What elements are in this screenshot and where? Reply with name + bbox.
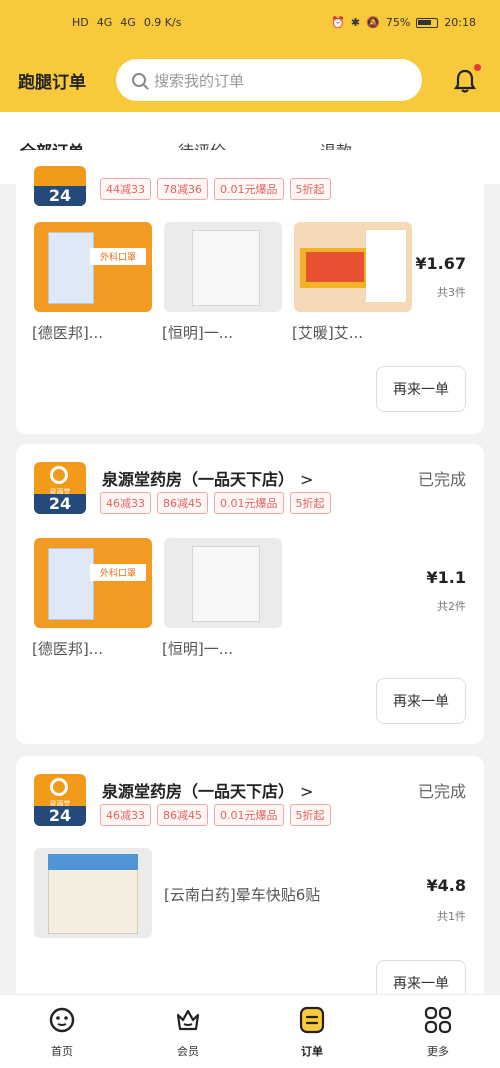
product-caption: [德医邦]...	[32, 640, 104, 658]
nav-label: 更多	[427, 1045, 449, 1058]
search-icon	[132, 73, 146, 87]
bell-icon[interactable]	[453, 68, 477, 94]
nav-label: 订单	[301, 1045, 323, 1058]
coupon-tag: 0.01元爆品	[214, 804, 284, 826]
product-image-masks[interactable]: 外科口罩	[34, 222, 152, 312]
network-indicator: HD	[72, 16, 89, 29]
bluetooth-icon: ✱	[350, 16, 361, 29]
order-card[interactable]: 24 44减33 78减36 0.01元爆品 5折起 外科口罩 [德医邦]...…	[16, 150, 484, 434]
store-logo: 24	[34, 166, 86, 206]
clock: 20:18	[444, 16, 476, 29]
nav-label: 会员	[177, 1045, 199, 1058]
order-card[interactable]: 泉源堂 24 泉源堂药房（一品天下店） > 已完成 46减33 86减45 0.0…	[16, 756, 484, 1016]
store-logo-badge: 24	[34, 494, 86, 514]
order-status: 已完成	[417, 470, 466, 489]
order-card[interactable]: 泉源堂 24 泉源堂药房（一品天下店） > 已完成 46减33 86减45 0.0…	[16, 444, 484, 744]
coupon-tag: 5折起	[289, 178, 331, 200]
reorder-button[interactable]: 再来一单	[376, 678, 466, 724]
product-title: [云南白药]晕车快贴6贴	[164, 886, 321, 904]
coupon-tag: 86减45	[157, 492, 208, 514]
store-name-link[interactable]: 泉源堂药房（一品天下店） >	[102, 778, 313, 802]
product-image-mask-white[interactable]	[164, 538, 282, 628]
chevron-right-icon: >	[300, 782, 314, 801]
order-total-price: ¥4.8	[426, 876, 466, 895]
battery-percent: 75%	[385, 16, 411, 29]
more-grid-icon	[424, 1006, 452, 1034]
mute-icon: 🔕	[366, 16, 380, 29]
coupon-tag: 46减33	[100, 492, 151, 514]
store-logo-badge: 24	[34, 186, 86, 206]
bottom-nav: 首页 会员 订单 更多	[0, 994, 500, 1068]
coupon-tag: 5折起	[289, 492, 331, 514]
coupon-tag: 0.01元爆品	[214, 492, 284, 514]
order-item-count: 共2件	[437, 600, 466, 613]
product-caption: [德医邦]...	[32, 324, 104, 342]
battery-icon	[416, 17, 439, 28]
home-icon	[49, 1007, 75, 1033]
nav-home[interactable]: 首页	[22, 1005, 102, 1059]
order-icon	[299, 1006, 325, 1034]
coupon-list: 46减33 86减45 0.01元爆品 5折起	[100, 492, 331, 514]
order-item-count: 共1件	[437, 910, 466, 923]
store-name: 泉源堂药房（一品天下店）	[102, 782, 295, 801]
order-total-price: ¥1.1	[426, 568, 466, 587]
product-image-masks[interactable]: 外科口罩	[34, 538, 152, 628]
coupon-tag: 5折起	[289, 804, 331, 826]
page-title: 跑腿订单	[18, 73, 86, 93]
search-placeholder: 搜索我的订单	[154, 71, 245, 90]
product-image-plaster[interactable]	[34, 848, 152, 938]
store-logo: 泉源堂 24	[34, 774, 86, 826]
order-total-price: ¥1.67	[415, 254, 466, 273]
order-status: 已完成	[417, 782, 466, 801]
chevron-right-icon: >	[300, 470, 314, 489]
coupon-tag: 0.01元爆品	[214, 178, 284, 200]
store-name-link[interactable]: 泉源堂药房（一品天下店） >	[102, 466, 313, 490]
status-bar: HD 4G 4G 0.9 K/s ⏰ ✱ 🔕 75% 20:18	[0, 10, 500, 40]
coupon-tag: 78减36	[157, 178, 208, 200]
order-item-count: 共3件	[437, 286, 466, 299]
store-logo: 泉源堂 24	[34, 462, 86, 514]
search-input[interactable]: 搜索我的订单	[116, 59, 422, 101]
network-speed: 0.9 K/s	[143, 16, 182, 29]
product-caption: [恒明]一...	[162, 640, 234, 658]
product-caption: [艾暖]艾...	[292, 324, 364, 342]
nav-label: 首页	[51, 1045, 73, 1058]
signal-1-indicator: 4G	[96, 16, 113, 29]
store-logo-badge: 24	[34, 806, 86, 826]
coupon-list: 46减33 86减45 0.01元爆品 5折起	[100, 804, 331, 826]
product-image-warmer[interactable]	[294, 222, 412, 312]
nav-member[interactable]: 会员	[148, 1005, 228, 1059]
store-name: 泉源堂药房（一品天下店）	[102, 470, 295, 489]
coupon-tag: 46减33	[100, 804, 151, 826]
notification-dot	[474, 64, 481, 71]
top-bar: HD 4G 4G 0.9 K/s ⏰ ✱ 🔕 75% 20:18 跑腿订单 搜索…	[0, 0, 500, 112]
coupon-tag: 86减45	[157, 804, 208, 826]
product-image-mask-white[interactable]	[164, 222, 282, 312]
nav-more[interactable]: 更多	[398, 1005, 478, 1059]
reorder-button[interactable]: 再来一单	[376, 366, 466, 412]
alarm-icon: ⏰	[331, 16, 345, 29]
coupon-list: 44减33 78减36 0.01元爆品 5折起	[100, 178, 331, 200]
nav-orders[interactable]: 订单	[272, 1005, 352, 1059]
coupon-tag: 44减33	[100, 178, 151, 200]
product-caption: [恒明]一...	[162, 324, 234, 342]
member-crown-icon	[176, 1009, 200, 1031]
signal-2-indicator: 4G	[120, 16, 136, 29]
